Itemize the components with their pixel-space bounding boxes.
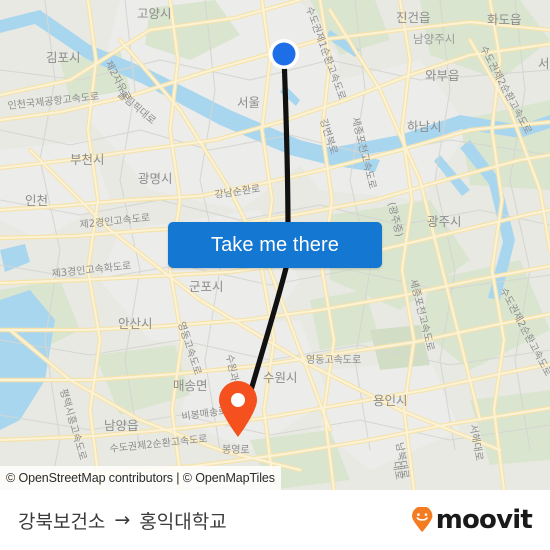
map-label: 광명시 xyxy=(138,171,173,186)
moovit-wordmark: moovit xyxy=(435,505,533,535)
map-label: 봉영로 xyxy=(222,444,250,456)
map-label: 진건읍 xyxy=(396,10,431,25)
map-label: 남양주시 xyxy=(413,32,455,46)
destination-name: 홍익대학교 xyxy=(139,510,227,533)
route-summary: 강북보건소 → 홍익대학교 xyxy=(18,507,227,534)
map-label: 군포시 xyxy=(189,279,224,294)
map-label: 서울 xyxy=(538,56,550,71)
map-label: 용인시 xyxy=(373,393,408,408)
map-label: 영동고속도로 xyxy=(306,354,361,366)
map-label: 남양읍 xyxy=(104,418,139,433)
map-label: 매송면 xyxy=(173,378,208,393)
map-label: 부천시 xyxy=(70,152,105,167)
origin-circle-marker[interactable] xyxy=(269,39,299,69)
footer-bar: 강북보건소 → 홍익대학교 moovit xyxy=(0,490,550,550)
map-label: 광주시 xyxy=(427,214,462,229)
take-me-there-button[interactable]: Take me there xyxy=(168,222,382,268)
attribution-text: © OpenStreetMap contributors | © OpenMap… xyxy=(6,471,275,485)
origin-name: 강북보건소 xyxy=(18,510,106,533)
map-label: 하남시 xyxy=(407,119,442,134)
map-label: 김포시 xyxy=(46,50,81,65)
arrow-right-icon: → xyxy=(114,509,131,531)
map-attribution: © OpenStreetMap contributors | © OpenMap… xyxy=(0,466,281,490)
map-label: 서울 xyxy=(237,95,260,110)
map-label: 화도읍 xyxy=(487,12,522,27)
moovit-route-screen: 고양시 진건읍 화도읍 남양주시 김포시 와부읍 서울 하남시 부천시 광명시 인천 광주시 군포시 안산… xyxy=(0,0,550,550)
moovit-logo[interactable]: moovit xyxy=(411,505,533,535)
moovit-pin-icon xyxy=(411,507,433,532)
take-me-there-label: Take me there xyxy=(210,233,340,256)
map-label: 안산시 xyxy=(118,316,153,331)
map-label: 와부읍 xyxy=(425,68,460,83)
map-label: 인천 xyxy=(25,193,48,208)
map-label: 수원시 xyxy=(263,370,298,385)
map-label: 고양시 xyxy=(137,6,172,21)
